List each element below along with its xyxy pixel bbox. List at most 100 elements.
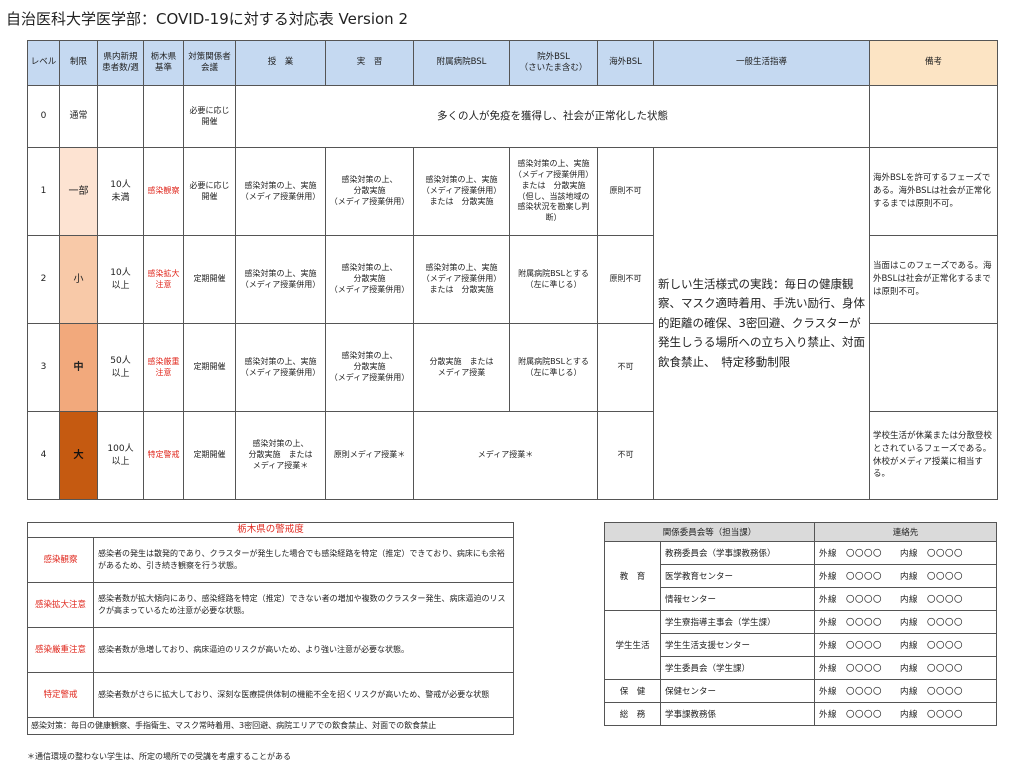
page-title: 自治医科大学医学部：COVID-19に対する対応表 Version 2 [6, 10, 408, 28]
alert-level-table: 栃木県の警戒度 感染観察 感染者の発生は散発的であり、クラスターが発生した場合で… [26, 521, 515, 736]
outside-bsl-cell: 附属病院BSLとする （左に準じる） [509, 235, 598, 324]
contact-row: 総 務 学事課教務係 外線 〇〇〇〇 内線 〇〇〇〇 [604, 702, 998, 726]
alert-name: 感染観察 [27, 537, 94, 584]
lecture-cell: 感染対策の上、実施 （メディア授業併用） [235, 323, 326, 412]
level-cell: 3 [27, 323, 60, 412]
level-cell: 1 [27, 147, 60, 236]
header-lectures: 授 業 [235, 40, 326, 86]
contact-phone: 外線 〇〇〇〇 内線 〇〇〇〇 [814, 610, 998, 634]
header-row: レベル 制限 県内新規 患者数/週 栃木県 基準 対策関係者 会議 授 業 実 … [27, 40, 998, 86]
contact-header-row: 関係委員会等（担当課） 連絡先 [603, 522, 998, 542]
contact-row: 教 育 教務委員会（学事課教務係） 外線 〇〇〇〇 内線 〇〇〇〇 [604, 541, 998, 611]
practice-cell: 原則メディア授業＊ [325, 411, 414, 500]
footnote: ＊通信環境の整わない学生は、所定の場所での受講を考慮することがある [27, 752, 291, 761]
contact-phone: 外線 〇〇〇〇 内線 〇〇〇〇 [814, 702, 998, 726]
infection-measures-note: 感染対策：毎日の健康観察、手指衛生、マスク常時着用、3密回避、病院エリアでの飲食… [26, 717, 515, 736]
table-row-level-1: 1 一部 10人 未満 感染観察 必要に応じ 開催 感染対策の上、実施 （メディ… [27, 147, 998, 500]
contact-phone: 外線 〇〇〇〇 内線 〇〇〇〇 [814, 587, 998, 611]
remarks-cell [869, 323, 998, 412]
alert-name: 特定警戒 [27, 672, 94, 719]
alert-row: 感染拡大注意 感染者数が拡大傾向にあり、感染経路を特定（推定）できない者の増加や… [27, 582, 515, 629]
restriction-cell: 中 [59, 323, 98, 412]
outside-bsl-cell: 感染対策の上、実施 （メディア授業併用） または 分散実施 （但し、当該地域の … [509, 147, 598, 236]
alert-desc: 感染者数がさらに拡大しており、深刻な医療提供体制の機能不全を招くリスクが高いため… [92, 672, 515, 719]
header-practice: 実 習 [325, 40, 414, 86]
header-overseas-bsl: 海外BSL [597, 40, 654, 86]
header-general-life: 一般生活指導 [653, 40, 870, 86]
response-table: レベル 制限 県内新規 患者数/週 栃木県 基準 対策関係者 会議 授 業 実 … [27, 40, 998, 500]
header-outside-bsl: 院外BSL （さいたま含む） [509, 40, 598, 86]
cases-cell: 50人 以上 [97, 323, 144, 412]
remarks-cell [869, 85, 998, 148]
contact-row: 情報センター 外線 〇〇〇〇 内線 〇〇〇〇 [605, 587, 998, 611]
level0-message: 多くの人が免疫を獲得し、社会が正常化した状態 [235, 85, 870, 148]
hospital-bsl-cell: 感染対策の上、実施 （メディア授業併用） または 分散実施 [413, 147, 510, 236]
contact-org: 学事課教務係 [659, 702, 816, 726]
header-remarks: 備考 [869, 40, 998, 86]
tochigi-cell: 感染拡大 注意 [143, 235, 184, 324]
level-cell: 2 [27, 235, 60, 324]
contact-org: 医学教育センター [659, 564, 816, 588]
practice-cell: 感染対策の上、 分散実施 （メディア授業併用） [325, 323, 414, 412]
contact-group: 学生生活 [604, 610, 661, 680]
header-restriction: 制限 [59, 40, 98, 86]
contact-org: 学生委員会（学生課） [659, 656, 816, 680]
lecture-cell: 感染対策の上、実施 （メディア授業併用） [235, 235, 326, 324]
alert-row: 感染厳重注意 感染者数が急増しており、病床逼迫のリスクが高いため、より強い注意が… [27, 627, 515, 674]
restriction-cell: 大 [59, 411, 98, 500]
cases-cell: 10人 以上 [97, 235, 144, 324]
contact-row: 保 健 保健センター 外線 〇〇〇〇 内線 〇〇〇〇 [604, 679, 998, 703]
general-life-guidance: 新しい生活様式の実践：毎日の健康観察、マスク適時着用、手洗い励行、身体的距離の確… [653, 147, 870, 500]
meeting-cell: 定期開催 [183, 411, 236, 500]
contact-phone: 外線 〇〇〇〇 内線 〇〇〇〇 [814, 656, 998, 680]
tochigi-cell: 感染厳重 注意 [143, 323, 184, 412]
overseas-bsl-cell: 原則不可 [597, 235, 654, 324]
header-tochigi: 栃木県 基準 [143, 40, 184, 86]
cases-cell: 10人 未満 [97, 147, 144, 236]
contact-org: 保健センター [659, 679, 816, 703]
contact-phone: 外線 〇〇〇〇 内線 〇〇〇〇 [814, 679, 998, 703]
tochigi-cell: 感染観察 [143, 147, 184, 236]
header-meeting: 対策関係者 会議 [183, 40, 236, 86]
contact-phone: 外線 〇〇〇〇 内線 〇〇〇〇 [814, 633, 998, 657]
hospital-bsl-cell: 感染対策の上、実施 （メディア授業併用） または 分散実施 [413, 235, 510, 324]
practice-cell: 感染対策の上、 分散実施 （メディア授業併用） [325, 235, 414, 324]
restriction-cell: 小 [59, 235, 98, 324]
remarks-cell: 当面はこのフェーズである。海外BSLは社会が正常化するまでは原則不可。 [869, 235, 998, 324]
meeting-cell: 定期開催 [183, 235, 236, 324]
overseas-bsl-cell: 原則不可 [597, 147, 654, 236]
tochigi-cell: 特定警戒 [143, 411, 184, 500]
level-cell: 4 [27, 411, 60, 500]
contact-org: 教務委員会（学事課教務係） [659, 541, 816, 565]
meeting-cell: 必要に応じ 開催 [183, 85, 236, 148]
bsl-media-cell: メディア授業＊ [413, 411, 598, 500]
contact-group: 保 健 [604, 679, 661, 703]
remarks-cell: 海外BSLを許可するフェーズである。海外BSLは社会が正常化するまでは原則不可。 [869, 147, 998, 236]
alert-row: 特定警戒 感染者数がさらに拡大しており、深刻な医療提供体制の機能不全を招くリスク… [27, 672, 515, 719]
alert-header: 栃木県の警戒度 [26, 521, 515, 539]
contact-header-phone: 連絡先 [814, 522, 998, 542]
contact-org: 学生生活支援センター [659, 633, 816, 657]
tochigi-cell [143, 85, 184, 148]
meeting-cell: 定期開催 [183, 323, 236, 412]
overseas-bsl-cell: 不可 [597, 411, 654, 500]
cases-cell: 100人 以上 [97, 411, 144, 500]
practice-cell: 感染対策の上、 分散実施 （メディア授業併用） [325, 147, 414, 236]
alert-desc: 感染者の発生は散発的であり、クラスターが発生した場合でも感染経路を特定（推定）で… [92, 537, 515, 584]
contact-header-committee: 関係委員会等（担当課） [603, 522, 816, 542]
contact-group: 総 務 [604, 702, 661, 726]
contact-org: 学生寮指導主事会（学生課） [659, 610, 816, 634]
contact-row: 学生生活支援センター 外線 〇〇〇〇 内線 〇〇〇〇 [605, 633, 998, 657]
header-hospital-bsl: 附属病院BSL [413, 40, 510, 86]
alert-name: 感染拡大注意 [27, 582, 94, 629]
overseas-bsl-cell: 不可 [597, 323, 654, 412]
contact-table: 関係委員会等（担当課） 連絡先 教 育 教務委員会（学事課教務係） 外線 〇〇〇… [603, 522, 998, 726]
contact-row: 学生生活 学生寮指導主事会（学生課） 外線 〇〇〇〇 内線 〇〇〇〇 [604, 610, 998, 680]
level-cell: 0 [27, 85, 60, 148]
remarks-cell: 学校生活が休業または分散登校とされているフェーズである。休校がメディア授業に相当… [869, 411, 998, 500]
restriction-cell: 一部 [59, 147, 98, 236]
alert-desc: 感染者数が急増しており、病床逼迫のリスクが高いため、より強い注意が必要な状態。 [92, 627, 515, 674]
header-cases: 県内新規 患者数/週 [97, 40, 144, 86]
lecture-cell: 感染対策の上、実施 （メディア授業併用） [235, 147, 326, 236]
alert-desc: 感染者数が拡大傾向にあり、感染経路を特定（推定）できない者の増加や複数のクラスタ… [92, 582, 515, 629]
